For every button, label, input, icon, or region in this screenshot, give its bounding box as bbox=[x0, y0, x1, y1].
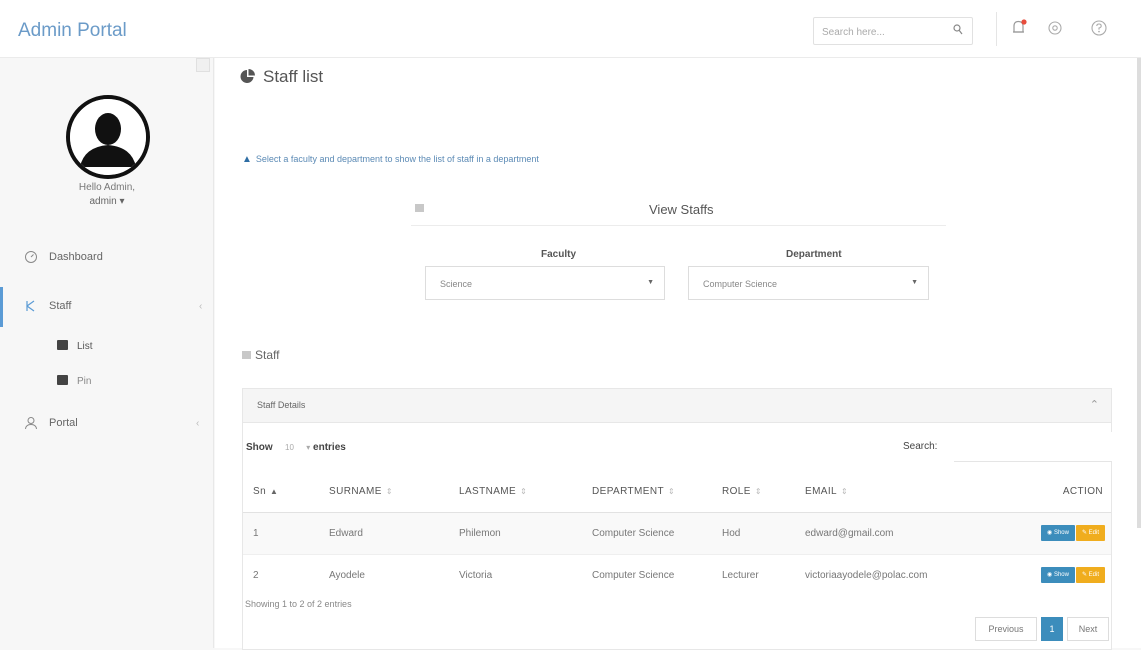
info-alert: ▲ Select a faculty and department to show… bbox=[242, 154, 539, 165]
app-title[interactable]: Admin Portal bbox=[18, 20, 127, 42]
chevron-left-icon: ‹ bbox=[196, 418, 200, 429]
cell-action: ◉ Show ✎ Edit bbox=[995, 553, 1111, 596]
cell-department: Computer Science bbox=[582, 553, 712, 596]
cell-lastname: Victoria bbox=[449, 553, 582, 596]
cell-department: Computer Science bbox=[582, 512, 712, 554]
sidebar: Hello Admin, admin ▾ Dashboard Staff ‹ L… bbox=[0, 58, 214, 648]
avatar[interactable] bbox=[66, 95, 150, 179]
folder-icon bbox=[242, 351, 251, 359]
sidebar-item-dashboard[interactable]: Dashboard bbox=[0, 238, 214, 278]
staff-table: Sn ▲ SURNAME ⇕ LASTNAME ⇕ DEPARTMENT ⇕ ROLE ⇕… bbox=[243, 472, 1111, 596]
show-button[interactable]: ◉ Show bbox=[1041, 567, 1075, 584]
sidebar-subitem-list[interactable]: List bbox=[57, 340, 93, 352]
staff-section-heading: Staff bbox=[242, 348, 279, 362]
caret-down-icon: ▼ bbox=[647, 279, 654, 286]
scrollbar[interactable] bbox=[1137, 58, 1141, 528]
dashboard-icon bbox=[24, 250, 38, 264]
sidebar-item-portal[interactable]: Portal ‹ bbox=[0, 404, 214, 444]
user-icon bbox=[24, 416, 38, 430]
chevron-up-icon[interactable]: ⌃ bbox=[1090, 398, 1099, 411]
table-info: Showing 1 to 2 of 2 entries bbox=[245, 599, 352, 609]
cell-email: victoriaayodele@polac.com bbox=[795, 553, 995, 596]
staff-icon bbox=[24, 299, 38, 313]
cell-sn: 2 bbox=[243, 553, 319, 596]
sidebar-item-label: Dashboard bbox=[49, 251, 103, 263]
column-header-surname[interactable]: SURNAME ⇕ bbox=[319, 472, 449, 513]
book-icon bbox=[57, 375, 68, 385]
sidebar-collapse-button[interactable] bbox=[196, 58, 210, 72]
cell-role: Hod bbox=[712, 512, 795, 554]
column-header-department[interactable]: DEPARTMENT ⇕ bbox=[582, 472, 712, 513]
cell-surname: Ayodele bbox=[319, 553, 449, 596]
staff-details-panel: Staff Details ⌃ Show 10 ▾ entries Search… bbox=[242, 388, 1112, 650]
help-icon[interactable] bbox=[1090, 19, 1108, 37]
top-bar: Admin Portal bbox=[0, 0, 1141, 58]
table-search-input[interactable] bbox=[954, 432, 1112, 462]
panel-title: Staff Details bbox=[257, 400, 306, 410]
entries-select[interactable]: 10 bbox=[275, 443, 303, 452]
edit-button[interactable]: ✎ Edit bbox=[1075, 525, 1105, 541]
view-staffs-header: View Staffs bbox=[411, 198, 946, 226]
table-row: 1 Edward Philemon Computer Science Hod e… bbox=[243, 512, 1111, 554]
page-1-button[interactable]: 1 bbox=[1041, 617, 1063, 641]
column-header-action: ACTION bbox=[995, 472, 1111, 513]
next-button[interactable]: Next bbox=[1067, 617, 1109, 641]
department-select[interactable]: Computer Science ▼ bbox=[688, 266, 929, 300]
sidebar-subitem-pin[interactable]: Pin bbox=[57, 375, 91, 387]
search-box[interactable] bbox=[813, 17, 973, 45]
divider bbox=[996, 12, 997, 46]
cell-lastname: Philemon bbox=[449, 512, 582, 554]
main-content: Staff list ▲ Select a faculty and departm… bbox=[215, 58, 1141, 650]
view-staffs-title: View Staffs bbox=[649, 202, 714, 217]
show-button[interactable]: ◉ Show bbox=[1041, 525, 1075, 541]
folder-icon bbox=[415, 204, 424, 212]
column-header-sn[interactable]: Sn ▲ bbox=[243, 472, 319, 513]
column-header-lastname[interactable]: LASTNAME ⇕ bbox=[449, 472, 582, 513]
column-header-role[interactable]: ROLE ⇕ bbox=[712, 472, 795, 513]
department-label: Department bbox=[786, 249, 842, 260]
sidebar-item-label: Portal bbox=[49, 417, 78, 429]
faculty-label: Faculty bbox=[541, 249, 577, 260]
chevron-left-icon: ‹ bbox=[199, 301, 203, 312]
search-input[interactable] bbox=[822, 23, 946, 41]
panel-header[interactable]: Staff Details ⌃ bbox=[243, 389, 1111, 423]
sidebar-item-label: Staff bbox=[49, 300, 72, 312]
sidebar-item-staff[interactable]: Staff ‹ bbox=[0, 287, 214, 327]
cell-sn: 1 bbox=[243, 512, 319, 554]
cell-action: ◉ Show ✎ Edit bbox=[995, 512, 1111, 554]
cell-email: edward@gmail.com bbox=[795, 512, 995, 554]
faculty-select[interactable]: Science ▼ bbox=[425, 266, 665, 300]
edit-button[interactable]: ✎ Edit bbox=[1075, 567, 1105, 584]
column-header-email[interactable]: EMAIL ⇕ bbox=[795, 472, 995, 513]
cell-role: Lecturer bbox=[712, 553, 795, 596]
entries-length-control: Show 10 ▾ entries bbox=[246, 442, 346, 453]
table-search-label: Search: bbox=[903, 441, 938, 452]
caret-down-icon: ▼ bbox=[911, 279, 918, 286]
cell-surname: Edward bbox=[319, 512, 449, 554]
pie-chart-icon bbox=[240, 69, 255, 84]
warning-icon: ▲ bbox=[242, 154, 252, 165]
gear-icon[interactable] bbox=[1046, 19, 1064, 37]
page-title: Staff list bbox=[240, 67, 323, 87]
book-icon bbox=[57, 340, 68, 350]
username-dropdown[interactable]: admin ▾ bbox=[0, 196, 214, 207]
bell-icon[interactable] bbox=[1010, 19, 1028, 37]
table-row: 2 Ayodele Victoria Computer Science Lect… bbox=[243, 553, 1111, 596]
greeting: Hello Admin, bbox=[78, 182, 136, 193]
search-icon[interactable] bbox=[953, 24, 963, 39]
previous-button[interactable]: Previous bbox=[975, 617, 1037, 641]
